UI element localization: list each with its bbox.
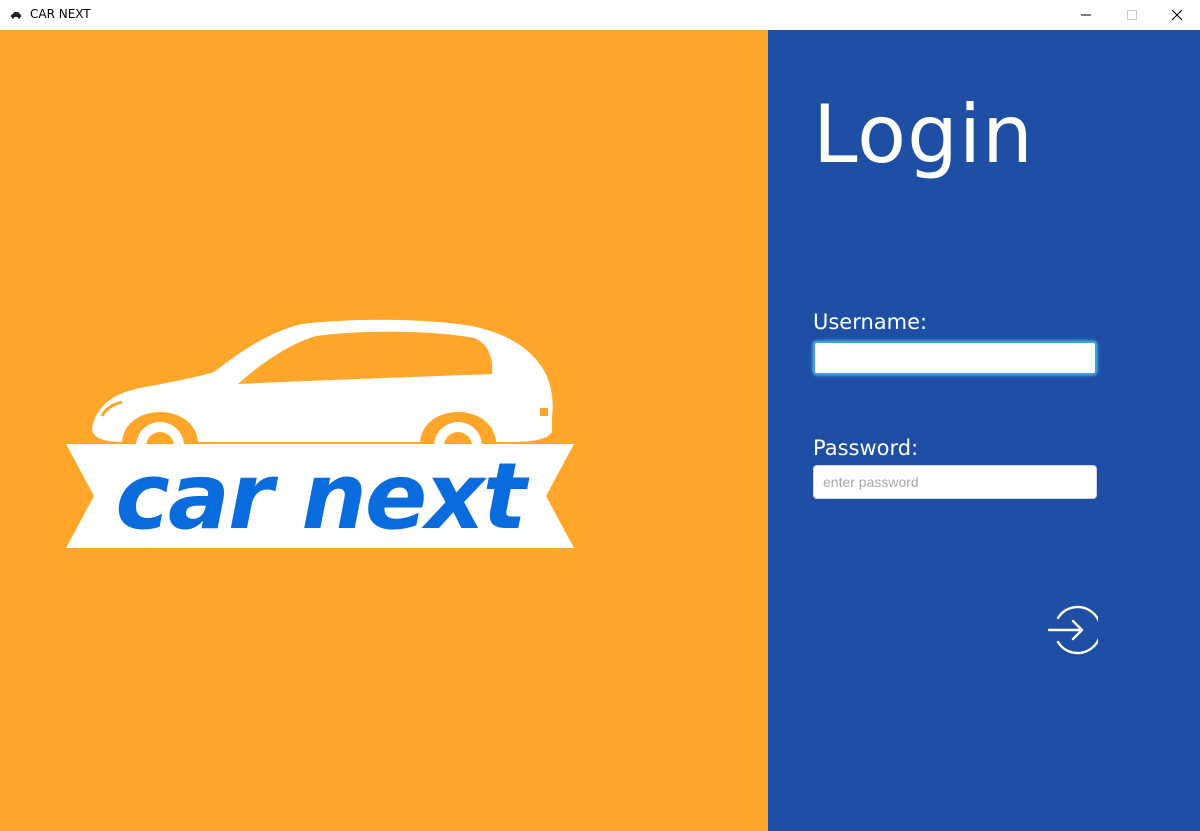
close-icon xyxy=(1171,9,1183,21)
username-label: Username: xyxy=(813,310,928,334)
sign-in-arrow-icon xyxy=(1047,605,1102,655)
login-panel: Login Username: Password: xyxy=(768,30,1200,831)
car-next-logo: car next xyxy=(66,319,574,550)
username-input[interactable] xyxy=(813,341,1097,375)
minimize-button[interactable] xyxy=(1063,0,1109,30)
title-bar: CAR NEXT xyxy=(0,0,1200,30)
brand-panel: car next xyxy=(0,30,768,831)
password-label: Password: xyxy=(813,436,919,460)
maximize-icon xyxy=(1127,10,1137,20)
window-title: CAR NEXT xyxy=(30,7,91,21)
login-submit-button[interactable] xyxy=(1046,604,1102,656)
close-button[interactable] xyxy=(1154,0,1200,30)
car-icon xyxy=(11,12,21,19)
logo-text: car next xyxy=(115,443,529,550)
login-title: Login xyxy=(813,88,1034,181)
maximize-button[interactable] xyxy=(1109,0,1155,30)
password-input[interactable] xyxy=(813,465,1097,499)
minimize-icon xyxy=(1081,14,1091,16)
